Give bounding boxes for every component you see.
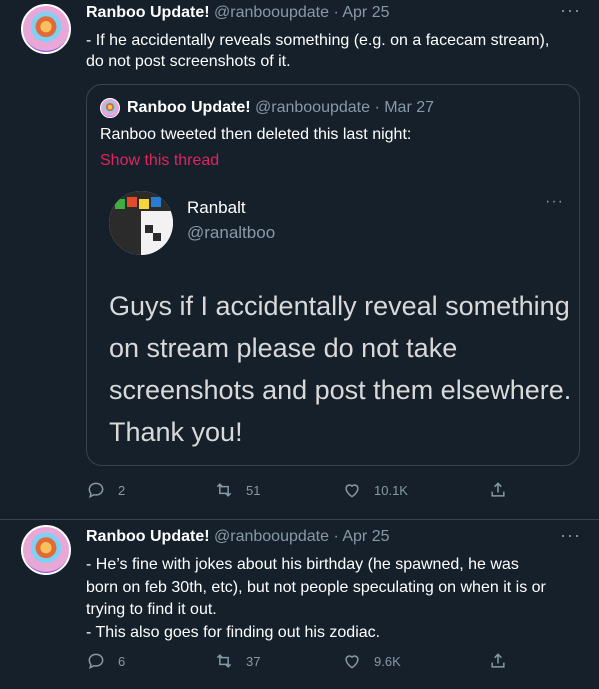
like-button[interactable]: 10.1K (342, 480, 408, 500)
share-button[interactable] (488, 651, 520, 671)
embedded-tweet-image: Ranbalt @ranaltboo ··· Guys if I acciden… (87, 180, 579, 465)
handle: @ranbooupdate (255, 99, 370, 116)
handle[interactable]: @ranbooupdate (214, 4, 329, 21)
handle: @ranaltboo (187, 223, 276, 242)
tweet[interactable]: Ranboo Update! @ranbooupdate · Apr 25 ··… (0, 0, 599, 520)
share-icon (491, 482, 505, 497)
reply-button[interactable]: 2 (86, 480, 125, 500)
retweet-count: 37 (246, 653, 261, 669)
display-name: Ranbalt (187, 198, 246, 217)
retweet-button[interactable]: 51 (214, 480, 260, 500)
more-icon: ··· (545, 193, 564, 210)
reply-icon (88, 482, 104, 499)
tweet[interactable]: Ranboo Update! @ranbooupdate · Apr 25 ··… (0, 520, 599, 689)
reply-icon (88, 653, 104, 670)
avatar[interactable] (21, 4, 71, 54)
avatar (100, 98, 120, 118)
avatar (109, 191, 173, 255)
retweet-icon (216, 654, 232, 668)
display-name[interactable]: Ranboo Update! (86, 4, 210, 21)
retweet-count: 51 (246, 482, 261, 498)
retweet-button[interactable]: 37 (214, 651, 260, 671)
like-count: 9.6K (374, 653, 401, 669)
like-icon (345, 655, 359, 669)
like-button[interactable]: 9.6K (342, 651, 401, 671)
share-icon (491, 653, 505, 668)
reply-button[interactable]: 6 (86, 651, 125, 671)
like-icon (345, 484, 359, 498)
timestamp[interactable]: · Apr 25 (333, 528, 389, 545)
reply-count: 2 (118, 482, 126, 498)
more-icon[interactable]: ··· (560, 525, 581, 546)
tweet-text: - If he accidentally reveals something (… (86, 32, 550, 70)
tweet-actions: 2 51 10.1K (86, 480, 586, 502)
timestamp[interactable]: · Apr 25 (333, 4, 389, 21)
embedded-tweet-text: Guys if I accidentally reveal something … (109, 291, 572, 447)
tweet-header: Ranboo Update! @ranbooupdate · Apr 25 (86, 528, 569, 546)
more-icon[interactable]: ··· (560, 0, 581, 21)
quoted-text: Ranboo tweeted then deleted this last ni… (100, 126, 412, 143)
show-thread-link[interactable]: Show this thread (100, 152, 219, 170)
share-button[interactable] (488, 480, 520, 500)
like-count: 10.1K (374, 482, 408, 498)
timestamp: · Mar 27 (374, 99, 435, 116)
reply-count: 6 (118, 653, 126, 669)
display-name: Ranboo Update! (127, 99, 251, 116)
avatar[interactable] (21, 525, 71, 575)
tweet-actions: 6 37 9.6K (86, 651, 586, 673)
retweet-icon (216, 483, 232, 497)
tweet-header: Ranboo Update! @ranbooupdate · Apr 25 (86, 4, 569, 22)
handle[interactable]: @ranbooupdate (214, 528, 329, 545)
quoted-header: Ranboo Update! @ranbooupdate · Mar 27 (127, 99, 434, 117)
tweet-text: - He’s fine with jokes about his birthda… (86, 556, 546, 641)
quoted-tweet[interactable]: Ranboo Update! @ranbooupdate · Mar 27 Ra… (86, 84, 580, 466)
display-name[interactable]: Ranboo Update! (86, 528, 210, 545)
